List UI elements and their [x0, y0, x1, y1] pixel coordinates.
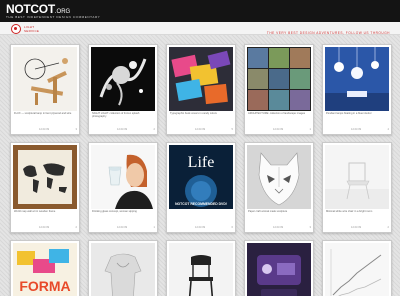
- plywood-desk-lamp-icon[interactable]: [13, 47, 77, 111]
- post-card[interactable]: ARCHITECTURE: collection of landscape im…: [244, 44, 314, 135]
- post-caption[interactable]: Pendant lamps floating in a blue interio…: [326, 112, 388, 123]
- life-poster-icon[interactable]: Life NOTCOT RECOMMENDED DVD!: [169, 145, 233, 209]
- comment-count[interactable]: 6: [232, 226, 233, 230]
- post-meta: 12.03.09 2: [39, 226, 77, 230]
- comment-count[interactable]: 1: [154, 226, 155, 230]
- light-service-badge-icon[interactable]: [11, 24, 21, 34]
- comment-count[interactable]: 2: [154, 128, 155, 132]
- post-card[interactable]: NIGHT LIGHT: collection of frozen splash…: [88, 44, 158, 135]
- recommended-overlay: NOTCOT RECOMMENDED DVD!: [175, 202, 227, 206]
- post-meta: 12.03.09 3: [273, 226, 311, 230]
- product-gadget-icon[interactable]: [247, 243, 311, 296]
- follow-banner[interactable]: THE VERY BEST DESIGN ADVENTURES, FOLLOW …: [267, 31, 390, 35]
- post-meta: 12.03.09 3: [39, 128, 77, 132]
- post-card[interactable]: FLUX — sculptural lamp in bent plywood a…: [10, 44, 80, 135]
- post-card[interactable]: [88, 240, 158, 296]
- black-white-splash-photo-icon[interactable]: [91, 47, 155, 111]
- post-card[interactable]: Life NOTCOT RECOMMENDED DVD! 12.03.09 6: [166, 142, 236, 233]
- post-meta: 12.03.09 1: [117, 226, 155, 230]
- comment-count[interactable]: 3: [76, 128, 77, 132]
- comment-count[interactable]: 2: [388, 226, 389, 230]
- comment-count[interactable]: 3: [310, 226, 311, 230]
- colorful-books-icon[interactable]: [169, 47, 233, 111]
- black-chair-icon[interactable]: [169, 243, 233, 296]
- white-chair-icon[interactable]: [325, 145, 389, 209]
- post-card[interactable]: Pendant lamps floating in a blue interio…: [322, 44, 392, 135]
- comment-count[interactable]: 5: [232, 128, 233, 132]
- white-cat-mask-icon[interactable]: [247, 145, 311, 209]
- comment-count[interactable]: 4: [388, 128, 389, 132]
- post-card[interactable]: [244, 240, 314, 296]
- site-tagline: THE BEST INDEPENDENT DESIGN COMMENTARY: [6, 15, 101, 19]
- post-caption[interactable]: Typographic book covers in candy colors: [170, 112, 232, 123]
- post-caption[interactable]: Paper craft animal mask sculpture: [248, 210, 310, 221]
- post-meta: 12.03.09 2: [351, 226, 389, 230]
- post-caption[interactable]: FLUX — sculptural lamp in bent plywood a…: [14, 112, 76, 123]
- comment-count[interactable]: 1: [310, 128, 311, 132]
- light-service-badge-label[interactable]: LIGHT SERVICE: [24, 25, 44, 33]
- post-meta: 12.03.09 4: [351, 128, 389, 132]
- poster-letters: FORMA: [19, 278, 70, 294]
- blue-room-pendant-lamps-icon[interactable]: [325, 47, 389, 111]
- site-header: NOTCOT.ORG THE BEST INDEPENDENT DESIGN C…: [0, 0, 400, 22]
- post-meta: 12.03.09 2: [117, 128, 155, 132]
- sub-header: LIGHT SERVICE THE VERY BEST DESIGN ADVEN…: [0, 22, 400, 35]
- post-card[interactable]: [322, 240, 392, 296]
- post-meta: 12.03.09 5: [195, 128, 233, 132]
- post-meta: 12.03.09 1: [273, 128, 311, 132]
- post-caption[interactable]: Minimal white wire chair in a bright roo…: [326, 210, 388, 221]
- post-caption[interactable]: World map wall art in wooden frame: [14, 210, 76, 221]
- post-card[interactable]: FORMA: [10, 240, 80, 296]
- photo-collage-grid-icon[interactable]: [247, 47, 311, 111]
- post-card[interactable]: Paper craft animal mask sculpture 12.03.…: [244, 142, 314, 233]
- post-card[interactable]: World map wall art in wooden frame 12.03…: [10, 142, 80, 233]
- post-card[interactable]: Typographic book covers in candy colors …: [166, 44, 236, 135]
- woman-drinking-glass-icon[interactable]: [91, 145, 155, 209]
- post-meta: 12.03.09 6: [195, 226, 233, 230]
- world-map-frame-icon[interactable]: [13, 145, 77, 209]
- dress-form-shirt-icon[interactable]: [91, 243, 155, 296]
- post-card[interactable]: [166, 240, 236, 296]
- color-letters-poster-icon[interactable]: FORMA: [13, 243, 77, 296]
- post-card[interactable]: Minimal white wire chair in a bright roo…: [322, 142, 392, 233]
- post-caption[interactable]: NIGHT LIGHT: collection of frozen splash…: [92, 112, 154, 123]
- poster-title: Life: [188, 154, 215, 171]
- line-chart-screen-icon[interactable]: [325, 243, 389, 296]
- post-card[interactable]: Drinking glass concept, woman sipping 12…: [88, 142, 158, 233]
- post-caption[interactable]: ARCHITECTURE: collection of landscape im…: [248, 112, 310, 123]
- post-caption[interactable]: Drinking glass concept, woman sipping: [92, 210, 154, 221]
- comment-count[interactable]: 2: [76, 226, 77, 230]
